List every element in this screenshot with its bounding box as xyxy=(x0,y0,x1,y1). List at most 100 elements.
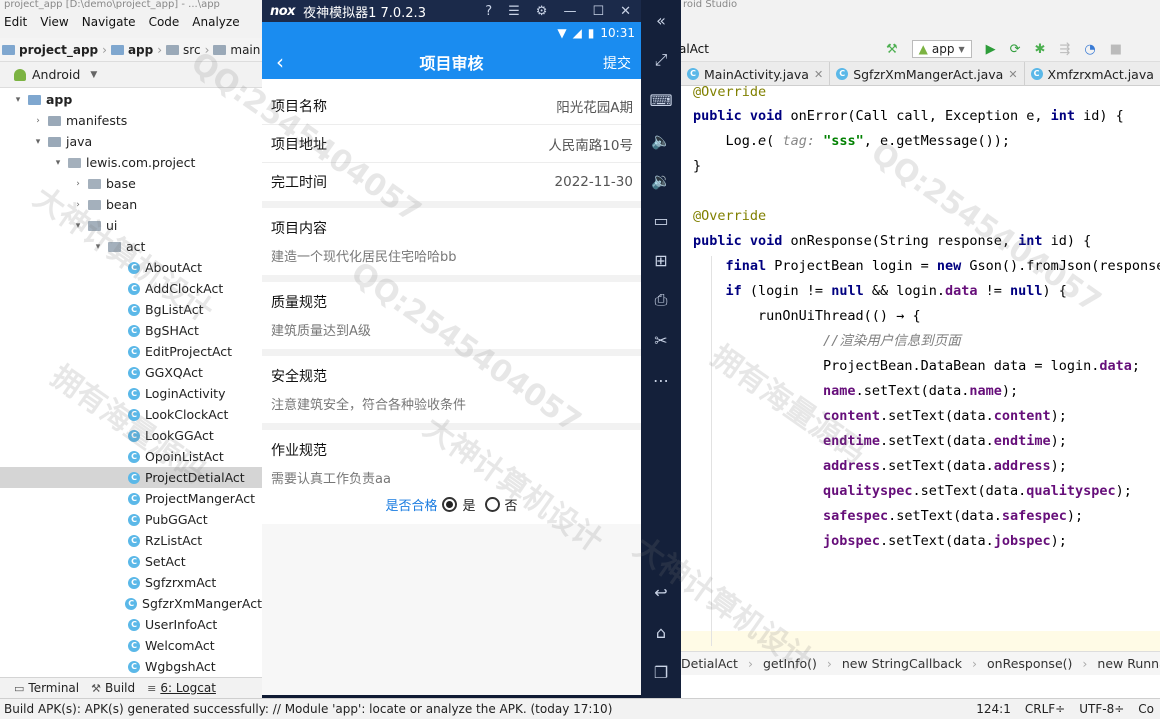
tree-item[interactable]: C PubGGAct xyxy=(0,509,262,530)
tree-item-label: WelcomAct xyxy=(145,638,215,653)
tree-item[interactable]: C WelcomAct xyxy=(0,635,262,656)
tree-item[interactable]: C BgSHAct xyxy=(0,320,262,341)
breadcrumb-main[interactable]: main xyxy=(213,43,260,57)
tree-item[interactable]: C GGXQAct xyxy=(0,362,262,383)
divider xyxy=(262,349,641,356)
android-back-icon[interactable]: ↩ xyxy=(641,572,681,612)
crumb-runnable[interactable]: new Runnable xyxy=(1097,656,1160,671)
radio-yes[interactable] xyxy=(442,497,458,512)
tree-item[interactable]: C SetAct xyxy=(0,551,262,572)
tree-item[interactable]: › manifests xyxy=(0,110,262,131)
collapse-icon[interactable]: « xyxy=(641,0,681,40)
tree-item[interactable]: C AboutAct xyxy=(0,257,262,278)
crumb-callback[interactable]: new StringCallback xyxy=(842,656,962,671)
tree-item[interactable]: C SgfzrxmAct xyxy=(0,572,262,593)
chevron-down-icon[interactable]: ▾ xyxy=(93,242,103,252)
printer-icon[interactable]: ⎙ xyxy=(641,280,681,320)
java-class-icon: C xyxy=(128,387,140,400)
project-view-selector[interactable]: Android ▼ xyxy=(0,62,262,88)
java-class-icon: C xyxy=(128,660,140,673)
menu-analyze[interactable]: Analyze xyxy=(192,15,239,29)
logcat-tool-button[interactable]: ≡ 6: Logcat xyxy=(147,681,216,695)
profile-icon[interactable]: ⇶ xyxy=(1059,42,1070,57)
android-recents-icon[interactable]: ❐ xyxy=(641,652,681,692)
submit-button[interactable]: 提交 xyxy=(603,53,631,73)
stop-icon[interactable]: ■ xyxy=(1110,42,1122,57)
cursor-position[interactable]: 124:1 xyxy=(976,702,1011,716)
menu-view[interactable]: View xyxy=(40,15,68,29)
hammer-icon[interactable]: ⚒ xyxy=(886,42,898,57)
run-config-select[interactable]: ▲ app ▼ xyxy=(911,40,972,58)
tree-item[interactable]: C AddClockAct xyxy=(0,278,262,299)
speedometer-icon[interactable]: ◔ xyxy=(1084,42,1095,57)
chevron-right-icon[interactable]: › xyxy=(73,179,83,189)
tree-item[interactable]: › base xyxy=(0,173,262,194)
keyboard-icon[interactable]: ⌨ xyxy=(641,80,681,120)
code-view[interactable]: @Override public void onError(Call call,… xyxy=(681,84,1160,651)
tree-item[interactable]: C LoginActivity xyxy=(0,383,262,404)
build-tool-button[interactable]: ⚒ Build xyxy=(91,681,135,695)
chevron-down-icon[interactable]: ▾ xyxy=(13,95,23,105)
tree-item[interactable]: C UserInfoAct xyxy=(0,614,262,635)
editor-tab[interactable]: C SgfzrXmMangerAct.java ✕ xyxy=(830,62,1025,86)
tree-item[interactable]: C SgfzrXmMangerAct xyxy=(0,593,262,614)
close-tab-icon[interactable]: ✕ xyxy=(814,68,823,81)
crumb-class[interactable]: DetialAct xyxy=(681,656,738,671)
scissors-icon[interactable]: ✂ xyxy=(641,320,681,360)
tree-item[interactable]: C OpoinListAct xyxy=(0,446,262,467)
editor-tab[interactable]: CXmfzrxmAct.java✕ xyxy=(1025,62,1160,86)
breadcrumb-project[interactable]: project_app › xyxy=(2,43,107,57)
crumb-method[interactable]: getInfo() xyxy=(763,656,817,671)
close-tab-icon[interactable]: ✕ xyxy=(1008,68,1017,81)
apk-install-icon[interactable]: ⊞ xyxy=(641,240,681,280)
back-arrow-icon[interactable]: ‹ xyxy=(276,50,284,74)
menu-icon[interactable]: ☰ xyxy=(508,4,520,19)
chevron-right-icon[interactable]: › xyxy=(73,200,83,210)
field-completion-date: 完工时间 2022-11-30 xyxy=(271,174,633,191)
chevron-right-icon[interactable]: › xyxy=(33,116,43,126)
volume-down-icon[interactable]: 🔉 xyxy=(641,160,681,200)
maximize-icon[interactable]: ☐ xyxy=(592,4,604,19)
screen-icon[interactable]: ▭ xyxy=(641,200,681,240)
tree-item[interactable]: › bean xyxy=(0,194,262,215)
breadcrumb-app[interactable]: app › xyxy=(110,43,162,57)
tree-item[interactable]: C LookGGAct xyxy=(0,425,262,446)
chevron-down-icon[interactable]: ▾ xyxy=(33,137,43,147)
menu-code[interactable]: Code xyxy=(149,15,180,29)
close-icon[interactable]: ✕ xyxy=(620,4,631,19)
tree-item[interactable]: C WgbgshAct xyxy=(0,656,262,677)
more-icon[interactable]: ⋯ xyxy=(641,360,681,400)
gear-icon[interactable]: ⚙ xyxy=(536,4,548,19)
debug-icon[interactable]: ✱ xyxy=(1035,42,1046,57)
code-line: Log.e( tag: "sss", e.getMessage()); xyxy=(693,133,1011,149)
menu-edit[interactable]: Edit xyxy=(4,15,27,29)
tree-item[interactable]: ▾ app xyxy=(0,89,262,110)
menu-navigate[interactable]: Navigate xyxy=(82,15,136,29)
crumb-onresponse[interactable]: onResponse() xyxy=(987,656,1072,671)
chevron-down-icon[interactable]: ▾ xyxy=(53,158,63,168)
terminal-tool-button[interactable]: ▭ Terminal xyxy=(14,681,79,695)
rerun-icon[interactable]: ⟳ xyxy=(1010,42,1021,57)
volume-up-icon[interactable]: 🔈 xyxy=(641,120,681,160)
radio-no[interactable] xyxy=(484,497,500,512)
project-tree[interactable]: ▾ app › manifests ▾ java ▾ lewis.com.project › ba… xyxy=(0,89,262,677)
fullscreen-icon[interactable]: ⤢ xyxy=(641,40,681,80)
tree-item[interactable]: ▾ act xyxy=(0,236,262,257)
tree-item[interactable]: C LookClockAct xyxy=(0,404,262,425)
file-encoding[interactable]: UTF-8÷ xyxy=(1079,702,1124,716)
minimize-icon[interactable]: — xyxy=(563,4,576,19)
tree-item[interactable]: C ProjectMangerAct xyxy=(0,488,262,509)
tree-item[interactable]: ▾ ui xyxy=(0,215,262,236)
run-icon[interactable]: ▶ xyxy=(986,42,996,57)
breadcrumb-src[interactable]: src › xyxy=(166,43,209,57)
help-icon[interactable]: ? xyxy=(485,4,492,19)
android-home-icon[interactable]: ⌂ xyxy=(641,612,681,652)
chevron-down-icon[interactable]: ▾ xyxy=(73,221,83,231)
tree-item[interactable]: C BgListAct xyxy=(0,299,262,320)
tree-item[interactable]: C ProjectDetialAct xyxy=(0,467,262,488)
tree-item[interactable]: ▾ java xyxy=(0,131,262,152)
tree-item[interactable]: ▾ lewis.com.project xyxy=(0,152,262,173)
tree-item[interactable]: C RzListAct xyxy=(0,530,262,551)
tree-item[interactable]: C EditProjectAct xyxy=(0,341,262,362)
line-separator[interactable]: CRLF÷ xyxy=(1025,702,1065,716)
